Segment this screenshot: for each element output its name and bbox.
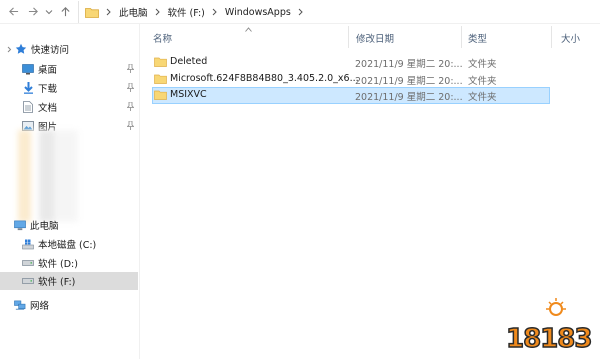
sidebar-label-desktop: 桌面 bbox=[38, 65, 58, 76]
sidebar-item-quick-access[interactable]: 快速访问 bbox=[6, 40, 144, 58]
pin-icon[interactable] bbox=[126, 101, 135, 113]
file-name: Deleted bbox=[170, 56, 208, 67]
blurred-region bbox=[18, 130, 78, 222]
sun-icon bbox=[546, 298, 566, 316]
chevron-right-icon bbox=[106, 8, 112, 16]
svg-text:18183: 18183 bbox=[506, 324, 591, 354]
sidebar-label-drive-c: 本地磁盘 (C:) bbox=[38, 240, 97, 251]
chevron-right-icon bbox=[298, 8, 304, 16]
folder-icon bbox=[154, 74, 167, 84]
folder-icon bbox=[154, 90, 167, 100]
file-name: Microsoft.624F8B84B80_3.405.2.0_x6... bbox=[170, 73, 359, 84]
address-field[interactable]: 此电脑 软件 (F:) WindowsApps bbox=[78, 1, 600, 23]
pin-icon[interactable] bbox=[126, 120, 135, 132]
sidebar-item-network[interactable]: 网络 bbox=[14, 296, 138, 314]
chevron-right-icon bbox=[155, 8, 161, 16]
sidebar-item-drive-f[interactable]: 软件 (F:) bbox=[0, 272, 138, 290]
drive-icon bbox=[22, 257, 34, 269]
sidebar-label-network: 网络 bbox=[30, 301, 50, 312]
navigation-pane: 快速访问 桌面 下载 文档 图片 此电脑 本地磁盘 (C:) 软件 (D:) 软… bbox=[0, 24, 140, 359]
sidebar-label-downloads: 下载 bbox=[38, 84, 58, 95]
file-modified: 2021/11/9 星期二 20:... bbox=[355, 92, 463, 103]
arrow-left-icon bbox=[8, 7, 18, 16]
sidebar-label-quick-access: 快速访问 bbox=[31, 45, 70, 56]
file-modified: 2021/11/9 星期二 20:... bbox=[355, 76, 463, 87]
column-header-modified[interactable]: 修改日期 bbox=[356, 31, 394, 45]
folder-icon bbox=[154, 57, 167, 67]
computer-icon bbox=[14, 219, 26, 231]
file-row-msixvc[interactable]: MSIXVC 2021/11/9 星期二 20:... 文件夹 bbox=[152, 87, 550, 104]
column-divider[interactable] bbox=[551, 26, 552, 48]
column-header-type[interactable]: 类型 bbox=[468, 31, 487, 45]
column-headers: 名称 修改日期 类型 大小 bbox=[141, 24, 600, 52]
document-icon bbox=[22, 101, 34, 113]
arrow-right-icon bbox=[28, 7, 38, 16]
file-row-deleted[interactable]: Deleted 2021/11/9 星期二 20:... 文件夹 bbox=[152, 54, 550, 71]
column-divider[interactable] bbox=[348, 26, 349, 48]
chevron-right-icon bbox=[6, 43, 12, 55]
desktop-icon bbox=[22, 63, 34, 75]
sidebar-item-desktop[interactable]: 桌面 bbox=[22, 60, 138, 78]
chevron-down-icon bbox=[45, 9, 53, 14]
chevron-right-icon bbox=[212, 8, 218, 16]
pin-icon[interactable] bbox=[126, 82, 135, 94]
file-name: MSIXVC bbox=[170, 89, 207, 100]
star-icon bbox=[15, 43, 27, 55]
file-row-microsoft-package[interactable]: Microsoft.624F8B84B80_3.405.2.0_x6... 20… bbox=[152, 71, 550, 88]
back-button[interactable] bbox=[3, 1, 23, 23]
up-button[interactable] bbox=[55, 1, 75, 23]
file-type: 文件夹 bbox=[468, 59, 497, 70]
sidebar-label-drive-f: 软件 (F:) bbox=[38, 277, 76, 288]
breadcrumb-this-pc[interactable]: 此电脑 bbox=[119, 5, 148, 19]
sidebar-item-drive-c[interactable]: 本地磁盘 (C:) bbox=[22, 235, 138, 253]
sidebar-label-documents: 文档 bbox=[38, 103, 58, 114]
sidebar-label-drive-d: 软件 (D:) bbox=[38, 259, 78, 270]
file-type: 文件夹 bbox=[468, 92, 497, 103]
folder-icon bbox=[85, 7, 99, 18]
forward-button[interactable] bbox=[23, 1, 43, 23]
address-toolbar: 此电脑 软件 (F:) WindowsApps bbox=[0, 0, 600, 24]
column-header-size[interactable]: 大小 bbox=[561, 31, 580, 45]
sort-ascending-icon bbox=[245, 24, 252, 35]
recent-locations-button[interactable] bbox=[43, 1, 55, 23]
column-divider[interactable] bbox=[461, 26, 462, 48]
file-modified: 2021/11/9 星期二 20:... bbox=[355, 59, 463, 70]
sidebar-item-this-pc[interactable]: 此电脑 bbox=[14, 216, 138, 234]
sidebar-item-downloads[interactable]: 下载 bbox=[22, 79, 138, 97]
drive-icon bbox=[22, 275, 34, 287]
column-header-name[interactable]: 名称 bbox=[153, 31, 172, 45]
site-watermark-logo: 18183 bbox=[504, 295, 594, 355]
breadcrumb-drive-f[interactable]: 软件 (F:) bbox=[168, 5, 205, 19]
breadcrumb-windowsapps[interactable]: WindowsApps bbox=[225, 7, 291, 18]
sidebar-item-drive-d[interactable]: 软件 (D:) bbox=[22, 254, 138, 272]
download-icon bbox=[22, 82, 34, 94]
sidebar-label-this-pc: 此电脑 bbox=[30, 221, 59, 232]
file-type: 文件夹 bbox=[468, 76, 497, 87]
network-icon bbox=[14, 299, 26, 311]
pin-icon[interactable] bbox=[126, 63, 135, 75]
sidebar-item-documents[interactable]: 文档 bbox=[22, 98, 138, 116]
windows-drive-icon bbox=[22, 238, 34, 250]
arrow-up-icon bbox=[60, 7, 70, 17]
